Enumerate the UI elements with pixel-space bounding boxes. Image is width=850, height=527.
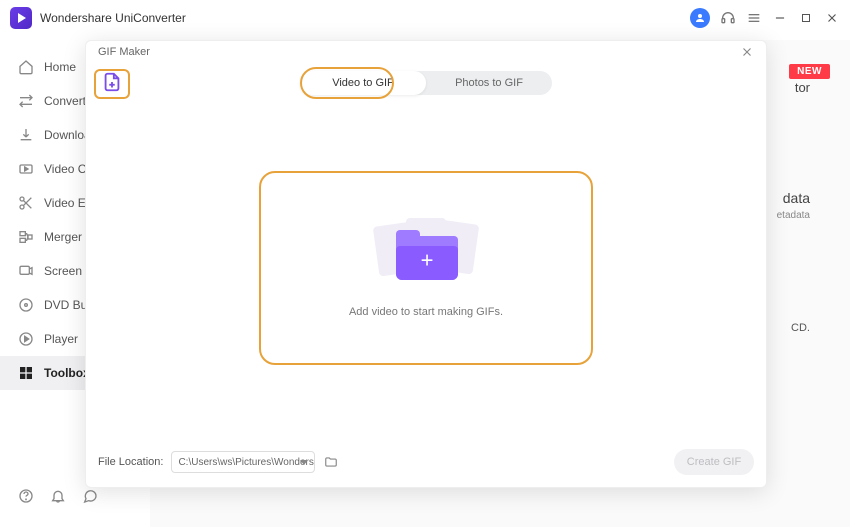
home-icon: [18, 59, 34, 75]
file-location-label: File Location:: [98, 456, 163, 468]
peek-text: tor: [795, 80, 810, 95]
mode-tabs: Video to GIF Photos to GIF: [300, 71, 552, 95]
toolbox-icon: [18, 365, 34, 381]
user-avatar-icon[interactable]: [690, 8, 710, 28]
dropzone[interactable]: + Add video to start making GIFs.: [259, 171, 593, 365]
sidebar-item-label: Toolbox: [44, 366, 90, 380]
gif-maker-modal: GIF Maker Video to GIF Photos to GIF + A…: [85, 40, 767, 488]
help-icon[interactable]: [18, 488, 34, 509]
window-maximize-button[interactable]: [798, 10, 814, 26]
scissors-icon: [18, 195, 34, 211]
tab-video-to-gif[interactable]: Video to GIF: [300, 71, 426, 95]
add-file-button[interactable]: [94, 69, 130, 99]
add-file-icon: [101, 71, 123, 98]
peek-text: data: [783, 190, 810, 206]
window-close-button[interactable]: [824, 10, 840, 26]
folder-plus-icon: +: [376, 218, 476, 288]
create-gif-button[interactable]: Create GIF: [674, 449, 754, 475]
modal-title: GIF Maker: [98, 46, 150, 58]
app-title: Wondershare UniConverter: [40, 11, 186, 25]
drop-text: Add video to start making GIFs.: [349, 306, 503, 318]
menu-icon[interactable]: [746, 10, 762, 26]
modal-header: GIF Maker: [86, 41, 766, 63]
peek-text: etadata: [777, 210, 810, 221]
bell-icon[interactable]: [50, 488, 66, 509]
compress-icon: [18, 161, 34, 177]
peek-text: CD.: [791, 322, 810, 334]
sidebar-item-label: Merger: [44, 230, 82, 244]
play-icon: [18, 331, 34, 347]
titlebar: Wondershare UniConverter: [0, 0, 850, 36]
sidebar-item-label: Home: [44, 60, 76, 74]
file-location-select[interactable]: C:\Users\ws\Pictures\Wonders: [171, 451, 315, 473]
convert-icon: [18, 93, 34, 109]
record-icon: [18, 263, 34, 279]
close-icon[interactable]: [740, 45, 754, 59]
sidebar-item-label: Player: [44, 332, 78, 346]
chat-icon[interactable]: [82, 488, 98, 509]
support-headset-icon[interactable]: [720, 10, 736, 26]
app-logo: [10, 7, 32, 29]
file-location-value: C:\Users\ws\Pictures\Wonders: [178, 457, 313, 468]
download-icon: [18, 127, 34, 143]
new-badge: NEW: [789, 64, 830, 79]
open-folder-icon[interactable]: [323, 455, 339, 469]
window-minimize-button[interactable]: [772, 10, 788, 26]
tab-photos-to-gif[interactable]: Photos to GIF: [426, 71, 552, 95]
modal-footer: File Location: C:\Users\ws\Pictures\Wond…: [98, 449, 754, 475]
merge-icon: [18, 229, 34, 245]
disc-icon: [18, 297, 34, 313]
titlebar-actions: [690, 8, 840, 28]
